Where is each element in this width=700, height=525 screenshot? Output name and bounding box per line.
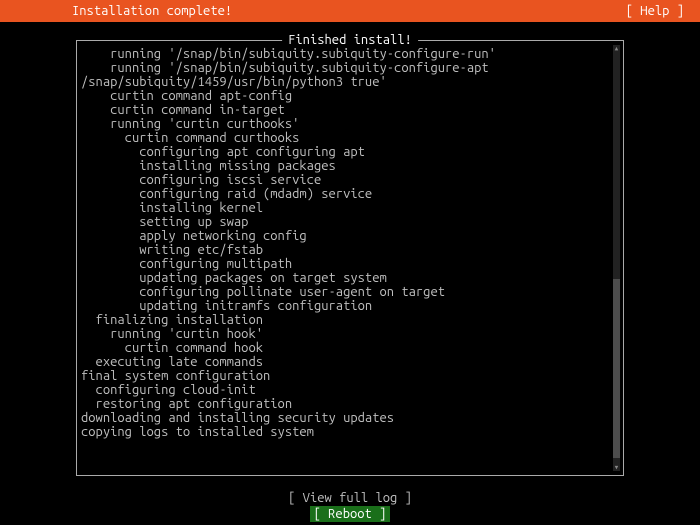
log-area: Finished install! running '/snap/bin/sub… (76, 40, 624, 476)
log-line: /snap/subiquity/1459/usr/bin/python3 tru… (81, 75, 621, 89)
header-title: Installation complete! (72, 4, 232, 18)
log-lines: running '/snap/bin/subiquity.subiquity-c… (79, 45, 621, 439)
log-line: executing late commands (81, 355, 621, 369)
log-line: copying logs to installed system (81, 425, 621, 439)
log-line: configuring cloud-init (81, 383, 621, 397)
log-line: installing missing packages (81, 159, 621, 173)
log-line: configuring pollinate user-agent on targ… (81, 285, 621, 299)
header-bar: Installation complete! [ Help ] (0, 0, 700, 22)
log-line: setting up swap (81, 215, 621, 229)
scroll-down-icon: ▾ (613, 463, 620, 472)
scroll-up-icon: ▴ (613, 44, 620, 53)
log-line: curtin command curthooks (81, 131, 621, 145)
log-line: apply networking config (81, 229, 621, 243)
log-line: final system configuration (81, 369, 621, 383)
log-line: running '/snap/bin/subiquity.subiquity-c… (81, 47, 621, 61)
log-line: configuring multipath (81, 257, 621, 271)
log-box: Finished install! running '/snap/bin/sub… (76, 40, 624, 476)
log-line: updating initramfs configuration (81, 299, 621, 313)
log-line: curtin command hook (81, 341, 621, 355)
scrollbar[interactable]: ▴ ▾ (613, 45, 620, 471)
log-line: installing kernel (81, 201, 621, 215)
log-line: running '/snap/bin/subiquity.subiquity-c… (81, 61, 621, 75)
log-line: restoring apt configuration (81, 397, 621, 411)
log-line: writing etc/fstab (81, 243, 621, 257)
log-line: configuring iscsi service (81, 173, 621, 187)
footer: [ View full log ] [ Reboot ] (0, 490, 700, 522)
log-line: updating packages on target system (81, 271, 621, 285)
log-line: configuring apt configuring apt (81, 145, 621, 159)
log-line: downloading and installing security upda… (81, 411, 621, 425)
scrollbar-thumb[interactable] (613, 279, 620, 458)
log-line: configuring raid (mdadm) service (81, 187, 621, 201)
log-line: curtin command in-target (81, 103, 621, 117)
log-line: curtin command apt-config (81, 89, 621, 103)
log-line: finalizing installation (81, 313, 621, 327)
help-button[interactable]: [ Help ] (626, 4, 684, 18)
log-line: running 'curtin curthooks' (81, 117, 621, 131)
log-line: running 'curtin hook' (81, 327, 621, 341)
reboot-button[interactable]: [ Reboot ] (310, 506, 391, 522)
log-box-title: Finished install! (282, 33, 418, 47)
view-full-log-button[interactable]: [ View full log ] (284, 490, 416, 506)
